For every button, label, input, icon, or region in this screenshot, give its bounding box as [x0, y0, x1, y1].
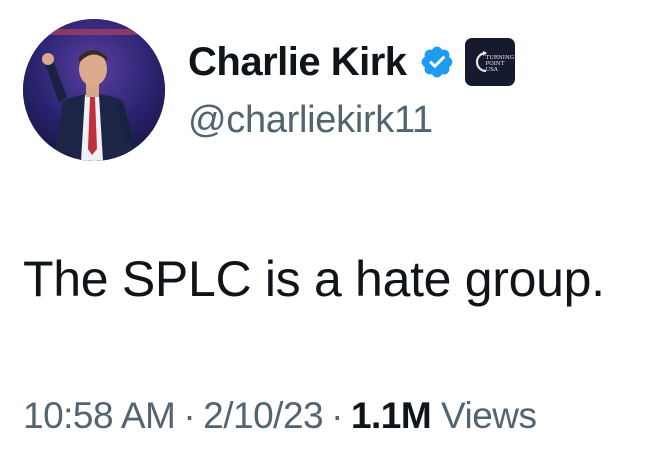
tweet-meta: 10:58 AM · 2/10/23 · 1.1M Views: [23, 393, 537, 439]
avatar[interactable]: [23, 19, 165, 161]
views-count: 1.1M: [350, 395, 432, 436]
views-label: Views: [441, 395, 537, 436]
turning-point-usa-logo[interactable]: TURNING POINT USA: [464, 38, 515, 86]
affiliate-label: TURNING POINT USA: [485, 55, 515, 73]
tweet-time[interactable]: 10:58 AM: [23, 395, 176, 436]
avatar-photo: [23, 19, 165, 161]
tweet-date[interactable]: 2/10/23: [203, 395, 323, 436]
tweet: Charlie Kirk TURNING POINT USA @charliek…: [0, 0, 671, 469]
verified-badge-icon[interactable]: [419, 44, 455, 80]
meta-separator: ·: [331, 395, 343, 436]
meta-separator: ·: [183, 395, 196, 436]
display-name[interactable]: Charlie Kirk: [188, 36, 407, 88]
author-handle[interactable]: @charliekirk11: [188, 97, 433, 143]
author-name-row: Charlie Kirk TURNING POINT USA: [188, 36, 515, 88]
tweet-text: The SPLC is a hate group.: [23, 251, 605, 307]
